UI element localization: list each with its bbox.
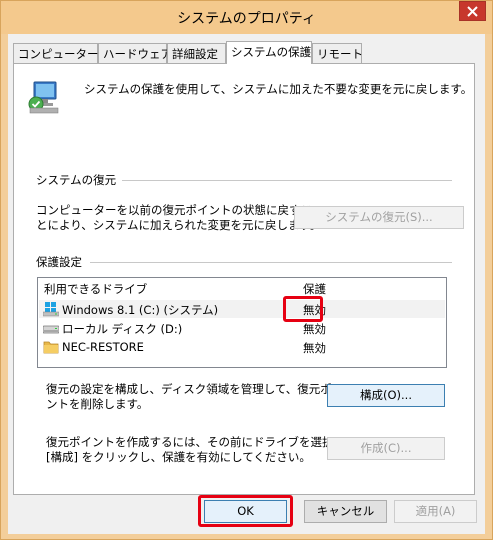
configure-button[interactable]: 構成(O)... — [327, 384, 445, 407]
configure-description: 復元の設定を構成し、ディスク領域を管理して、復元ポイ ントを削除します。 — [46, 382, 343, 412]
title-bar[interactable]: システムのプロパティ — [1, 1, 492, 34]
drive-name: NEC-RESTORE — [62, 340, 144, 354]
tab-label: リモート — [317, 47, 363, 61]
system-restore-button[interactable]: システムの復元(S)... — [294, 206, 464, 229]
window-title: システムのプロパティ — [177, 11, 316, 27]
system-protection-panel: システムの保護を使用して、システムに加えた不要な変更を元に戻します。 システムの… — [13, 63, 475, 495]
tab-computer-name[interactable]: コンピューター名 — [13, 43, 110, 63]
intro-description: システムの保護を使用して、システムに加えた不要な変更を元に戻します。 — [84, 82, 473, 96]
drive-protection-status: 無効 — [303, 322, 326, 336]
tab-label: システムの保護 — [231, 45, 312, 59]
section-divider — [122, 180, 452, 181]
drive-row-restore[interactable]: NEC-RESTORE 無効 — [39, 338, 445, 356]
tab-remote[interactable]: リモート — [312, 43, 363, 63]
restore-description-line2: とにより、システムに加えられた変更を元に戻します。 — [36, 218, 322, 232]
configure-description-line1: 復元の設定を構成し、ディスク領域を管理して、復元ポイ — [46, 382, 344, 396]
drive-name: Windows 8.1 (C:) (システム) — [62, 303, 219, 317]
tab-label: ハードウェア — [103, 47, 172, 61]
tab-label: コンピューター名 — [18, 47, 110, 61]
tab-advanced[interactable]: 詳細設定 — [167, 43, 226, 63]
create-description-line2: [構成] をクリックし、保護を有効にしてください。 — [46, 450, 311, 464]
drive-list[interactable]: 利用できるドライブ 保護 Windows 8.1 (C:) (システム) 無効 — [37, 277, 447, 368]
protection-settings-heading: 保護設定 — [36, 255, 82, 269]
windows-drive-icon — [43, 302, 59, 317]
tab-system-protection[interactable]: システムの保護 — [226, 41, 312, 64]
close-icon — [467, 5, 478, 17]
create-description: 復元ポイントを作成するには、その前にドライブを選択して [構成] をクリックし、… — [46, 435, 356, 465]
drive-row-d[interactable]: ローカル ディスク (D:) 無効 — [39, 319, 445, 337]
tab-hardware[interactable]: ハードウェア — [98, 43, 172, 63]
restore-description: コンピューターを以前の復元ポイントの状態に戻すこ とにより、システムに加えられた… — [36, 203, 321, 233]
apply-button[interactable]: 適用(A) — [394, 500, 477, 523]
column-header-protection[interactable]: 保護 — [303, 281, 326, 297]
restore-description-line1: コンピューターを以前の復元ポイントの状態に戻すこ — [36, 203, 312, 217]
drive-list-header: 利用できるドライブ 保護 — [38, 278, 446, 297]
tab-label: 詳細設定 — [172, 47, 218, 61]
cancel-button[interactable]: キャンセル — [304, 500, 387, 523]
close-button[interactable] — [459, 1, 486, 21]
local-disk-icon — [43, 325, 59, 334]
configure-description-line2: ントを削除します。 — [46, 397, 149, 411]
folder-icon — [43, 341, 59, 354]
system-properties-window: システムのプロパティ コンピューター名 ハードウェア 詳細設定 システムの保護 … — [0, 0, 493, 540]
system-protection-icon — [28, 81, 59, 114]
dialog-client-area: コンピューター名 ハードウェア 詳細設定 システムの保護 リモート システムの保… — [8, 34, 485, 534]
create-button[interactable]: 作成(C)... — [327, 437, 445, 460]
column-header-drive[interactable]: 利用できるドライブ — [44, 281, 147, 297]
drive-protection-status: 無効 — [303, 341, 326, 355]
create-description-line1: 復元ポイントを作成するには、その前にドライブを選択して — [46, 435, 357, 449]
status-highlight-box — [283, 296, 323, 322]
section-divider — [90, 262, 452, 263]
drive-name: ローカル ディスク (D:) — [62, 322, 183, 336]
ok-button[interactable]: OK — [204, 500, 287, 523]
system-restore-heading: システムの復元 — [36, 173, 117, 187]
drive-row-c[interactable]: Windows 8.1 (C:) (システム) 無効 — [39, 300, 445, 318]
